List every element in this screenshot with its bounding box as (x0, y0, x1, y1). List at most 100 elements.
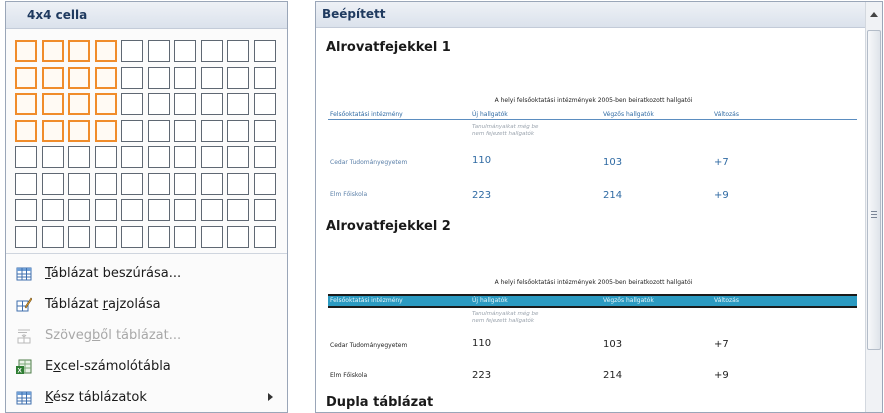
scroll-up-arrow-icon[interactable] (870, 12, 878, 17)
grid-cell[interactable] (147, 146, 170, 168)
table-cell: +9 (714, 370, 729, 381)
grid-cell[interactable] (41, 40, 64, 62)
grid-cell[interactable] (121, 119, 143, 142)
grid-cell[interactable] (68, 93, 90, 115)
grid-cell[interactable] (227, 66, 249, 89)
table-header: Új hallgatók (472, 111, 508, 118)
grid-cell[interactable] (200, 40, 223, 62)
grid-cell[interactable] (15, 146, 37, 168)
grid-cell[interactable] (94, 172, 117, 195)
grid-cell[interactable] (253, 172, 276, 195)
gallery-item-preview-1[interactable]: A helyi felsőoktatási intézmények 2005-b… (326, 60, 861, 208)
grid-cell[interactable] (15, 225, 37, 248)
vertical-scrollbar[interactable] (865, 2, 882, 412)
grid-cell[interactable] (174, 172, 196, 195)
grid-cell[interactable] (147, 93, 170, 115)
grid-cell[interactable] (41, 199, 64, 221)
grid-cell[interactable] (227, 199, 249, 221)
grid-cell[interactable] (15, 93, 37, 115)
grid-cell[interactable] (174, 199, 196, 221)
grid-cell[interactable] (227, 119, 249, 142)
grid-cell[interactable] (174, 40, 196, 62)
grid-cell[interactable] (41, 66, 64, 89)
grid-cell[interactable] (147, 66, 170, 89)
table-header: Új hallgatók (472, 297, 508, 304)
grid-cell[interactable] (41, 119, 64, 142)
grid-cell[interactable] (94, 199, 117, 221)
grid-cell[interactable] (41, 225, 64, 248)
grid-cell[interactable] (68, 40, 90, 62)
menu-label: Excel-számolótábla (45, 359, 171, 374)
menu-item-excel-sheet[interactable]: X Excel-számolótábla (6, 351, 287, 382)
grid-cell[interactable] (121, 40, 143, 62)
grid-cell[interactable] (15, 40, 37, 62)
table-header: Felsőoktatási intézmény (330, 297, 403, 304)
grid-cell[interactable] (68, 172, 90, 195)
scrollbar-thumb[interactable] (867, 30, 881, 350)
grid-cell[interactable] (94, 225, 117, 248)
grid-cell[interactable] (147, 40, 170, 62)
grid-cell[interactable] (227, 172, 249, 195)
grid-cell[interactable] (68, 146, 90, 168)
grid-cell[interactable] (68, 199, 90, 221)
grid-cell[interactable] (147, 172, 170, 195)
grid-cell[interactable] (227, 146, 249, 168)
grid-cell[interactable] (41, 146, 64, 168)
grid-cell[interactable] (41, 172, 64, 195)
grid-cell[interactable] (174, 146, 196, 168)
grid-cell[interactable] (253, 40, 276, 62)
menu-item-quick-tables[interactable]: Kész táblázatok (6, 382, 287, 413)
grid-cell[interactable] (147, 119, 170, 142)
grid-cell[interactable] (94, 66, 117, 89)
menu-item-insert-table[interactable]: Táblázat beszúrása... (6, 258, 287, 289)
grid-cell[interactable] (174, 119, 196, 142)
grid-cell[interactable] (253, 93, 276, 115)
menu-item-draw-table[interactable]: Táblázat rajzolása (6, 289, 287, 320)
grid-cell[interactable] (121, 172, 143, 195)
grid-cell[interactable] (121, 146, 143, 168)
grid-cell[interactable] (147, 199, 170, 221)
grid-cell[interactable] (174, 225, 196, 248)
grid-cell[interactable] (68, 66, 90, 89)
grid-cell[interactable] (147, 225, 170, 248)
grid-cell[interactable] (15, 119, 37, 142)
grid-cell[interactable] (200, 119, 223, 142)
grid-cell[interactable] (253, 119, 276, 142)
grid-cell[interactable] (41, 93, 64, 115)
grid-cell[interactable] (227, 40, 249, 62)
grid-cell[interactable] (200, 225, 223, 248)
grid-cell[interactable] (200, 66, 223, 89)
gallery-item-preview-2[interactable]: A helyi felsőoktatási intézmények 2005-b… (326, 244, 861, 386)
grid-cell[interactable] (121, 225, 143, 248)
grid-cell[interactable] (15, 199, 37, 221)
table-size-grid[interactable] (15, 40, 281, 252)
grid-cell[interactable] (227, 93, 249, 115)
grid-cell[interactable] (174, 66, 196, 89)
grid-cell[interactable] (253, 199, 276, 221)
grid-cell[interactable] (68, 225, 90, 248)
grid-cell[interactable] (200, 199, 223, 221)
grid-cell[interactable] (94, 40, 117, 62)
grid-cell[interactable] (200, 146, 223, 168)
grid-cell[interactable] (253, 146, 276, 168)
grid-cell[interactable] (15, 172, 37, 195)
table-cell: 110 (472, 155, 492, 166)
grid-cell[interactable] (253, 225, 276, 248)
grid-cell[interactable] (68, 119, 90, 142)
grid-cell[interactable] (121, 93, 143, 115)
grid-cell[interactable] (94, 119, 117, 142)
table-cell: +7 (714, 157, 729, 168)
grid-cell[interactable] (227, 225, 249, 248)
grid-cell[interactable] (94, 146, 117, 168)
grid-cell[interactable] (15, 66, 37, 89)
grid-cell[interactable] (200, 93, 223, 115)
grid-cell[interactable] (121, 199, 143, 221)
grid-cell[interactable] (121, 66, 143, 89)
grid-cell[interactable] (94, 93, 117, 115)
table-cell: +9 (714, 190, 729, 201)
menu-item-text-to-table[interactable]: Szövegből táblázat... (6, 320, 287, 351)
grid-cell[interactable] (174, 93, 196, 115)
excel-sheet-icon: X (16, 359, 32, 374)
grid-cell[interactable] (200, 172, 223, 195)
grid-cell[interactable] (253, 66, 276, 89)
